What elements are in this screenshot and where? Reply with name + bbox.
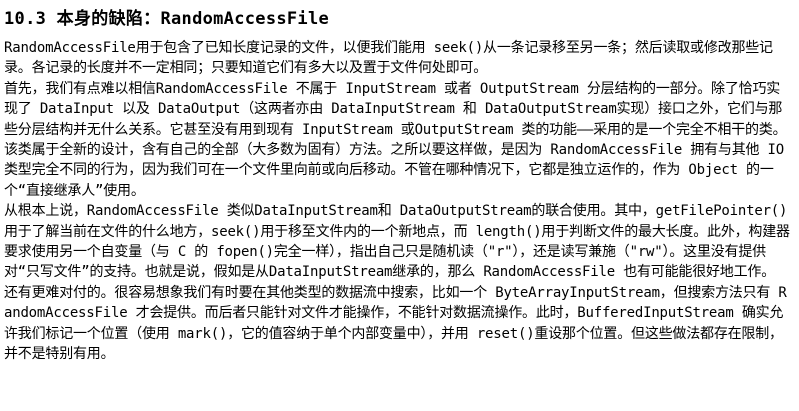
section-heading: 10.3 本身的缺陷：RandomAccessFile [4, 9, 330, 29]
paragraph-hierarchy: 首先，我们有点难以相信RandomAccessFile 不属于 InputStr… [4, 80, 787, 199]
document-page: 10.3 本身的缺陷：RandomAccessFile RandomAccess… [0, 0, 799, 411]
paragraph-intro: RandomAccessFile用于包含了已知长度记录的文件，以便我们能用 se… [4, 40, 773, 77]
paragraph-methods: 从根本上说，RandomAccessFile 类似DataInputStream… [4, 203, 790, 281]
paragraph-limitations: 还有更难对付的。很容易想象我们有时要在其他类型的数据流中搜索，比如一个 Byte… [4, 284, 787, 363]
